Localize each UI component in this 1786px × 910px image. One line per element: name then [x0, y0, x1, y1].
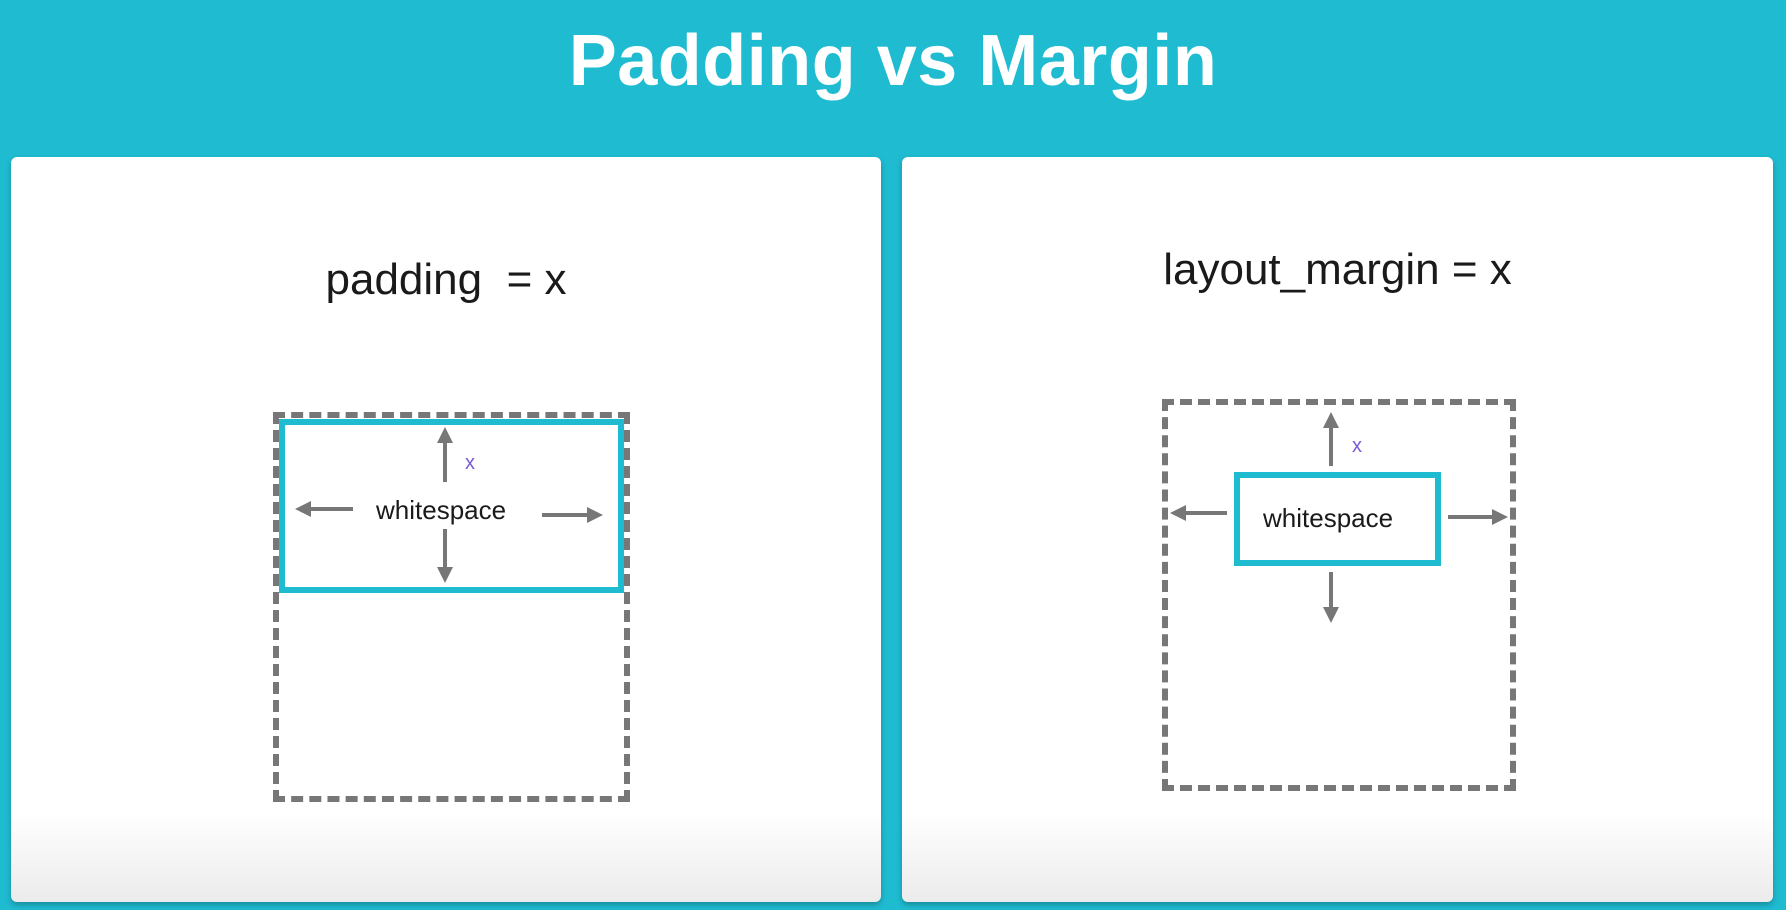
slide-title: Padding vs Margin	[568, 21, 1218, 101]
margin-x-label: x	[1352, 435, 1362, 457]
padding-arrows	[295, 427, 603, 583]
padding-whitespace-label: whitespace	[376, 495, 507, 525]
margin-panel: layout_margin = x whitespace x	[902, 157, 1773, 902]
padding-panel: padding = x whitespace x	[11, 157, 881, 902]
padding-x-label: x	[465, 452, 475, 474]
margin-whitespace-label: whitespace	[1263, 503, 1394, 533]
